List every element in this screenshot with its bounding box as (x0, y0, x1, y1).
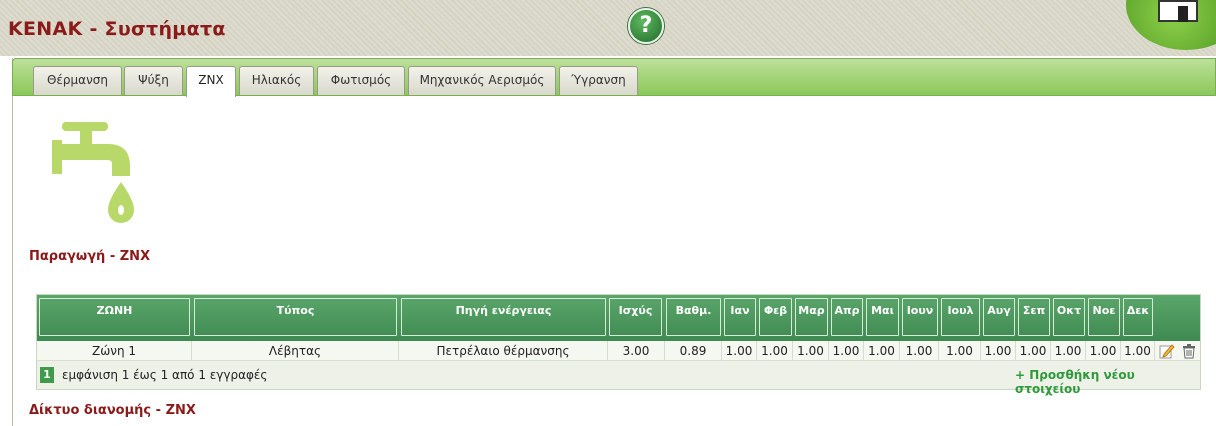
tab-iliakos[interactable]: Ηλιακός (239, 66, 314, 95)
cell-month-2: 1.00 (757, 341, 793, 361)
cell-month-10: 1.00 (1051, 341, 1086, 361)
cell-month-11: 1.00 (1086, 341, 1121, 361)
tab-znx[interactable]: ZNX (186, 66, 236, 97)
cell-month-4: 1.00 (829, 341, 864, 361)
header-isxys[interactable]: Ισχύς (609, 298, 662, 336)
cell-zoni: Ζώνη 1 (37, 341, 192, 361)
cell-vathm: 0.89 (665, 341, 722, 361)
header-month-1[interactable]: Ιαν (724, 298, 756, 336)
cell-month-6: 1.00 (900, 341, 939, 361)
header-month-11[interactable]: Νοε (1088, 298, 1120, 336)
header-month-8[interactable]: Αυγ (983, 298, 1015, 336)
tab-thermansi[interactable]: Θέρμανση (33, 66, 122, 95)
header-zoni[interactable]: ΖΩΝΗ (39, 298, 190, 336)
cell-isxys: 3.00 (608, 341, 665, 361)
help-icon[interactable]: ? (628, 8, 664, 44)
cell-month-9: 1.00 (1016, 341, 1051, 361)
header-month-5[interactable]: Μαι (866, 298, 899, 336)
header-month-2[interactable]: Φεβ (759, 298, 792, 336)
table-footer: 1 εμφάνιση 1 έως 1 από 1 εγγραφές + Προσ… (37, 361, 1200, 396)
trash-icon[interactable] (1181, 343, 1197, 359)
table-header: ΖΩΝΗ Τύπος Πηγή ενέργειας Ισχύς Βαθμ. Ια… (37, 295, 1200, 341)
production-table: ΖΩΝΗ Τύπος Πηγή ενέργειας Ισχύς Βαθμ. Ια… (36, 294, 1201, 396)
header-month-3[interactable]: Μαρ (795, 298, 828, 336)
section-production-title: Παραγωγή - ZNX (29, 249, 151, 264)
section-network-title: Δίκτυο διανομής - ZNX (29, 403, 196, 418)
tab-ygransi[interactable]: Ύγρανση (559, 66, 638, 95)
add-item-link[interactable]: + Προσθήκη νέου στοιχείου (1015, 368, 1200, 396)
page-number-button[interactable]: 1 (40, 367, 54, 383)
cell-month-5: 1.00 (864, 341, 900, 361)
records-summary: εμφάνιση 1 έως 1 από 1 εγγραφές (62, 368, 268, 382)
tab-mixanikos-aerismos[interactable]: Μηχανικός Αερισμός (408, 66, 556, 95)
cell-month-12: 1.00 (1121, 341, 1155, 361)
edit-icon[interactable] (1159, 343, 1175, 359)
header-pigi[interactable]: Πηγή ενέργειας (401, 298, 606, 336)
cell-month-1: 1.00 (722, 341, 757, 361)
header-month-6[interactable]: Ιουν (902, 298, 938, 336)
water-tap-icon (52, 122, 134, 223)
cell-month-3: 1.00 (793, 341, 829, 361)
header-month-9[interactable]: Σεπ (1018, 298, 1050, 336)
tab-fotismos[interactable]: Φωτισμός (317, 66, 405, 95)
cell-month-8: 1.00 (981, 341, 1016, 361)
cell-pigi: Πετρέλαιο θέρμανσης (399, 341, 608, 361)
header-month-7[interactable]: Ιουλ (941, 298, 980, 336)
header-month-10[interactable]: Οκτ (1053, 298, 1085, 336)
table-row[interactable]: Ζώνη 1 Λέβητας Πετρέλαιο θέρμανσης 3.00 … (37, 341, 1200, 361)
tab-psyxi[interactable]: Ψύξη (124, 66, 183, 95)
header-month-4[interactable]: Απρ (831, 298, 863, 336)
page-title: KENAK - Συστήματα (8, 18, 226, 40)
home-icon[interactable] (1158, 0, 1198, 22)
cell-typos: Λέβητας (192, 341, 399, 361)
header-vathm[interactable]: Βαθμ. (666, 298, 721, 336)
header-month-12[interactable]: Δεκ (1123, 298, 1153, 336)
header-typos[interactable]: Τύπος (194, 298, 397, 336)
cell-month-7: 1.00 (939, 341, 981, 361)
